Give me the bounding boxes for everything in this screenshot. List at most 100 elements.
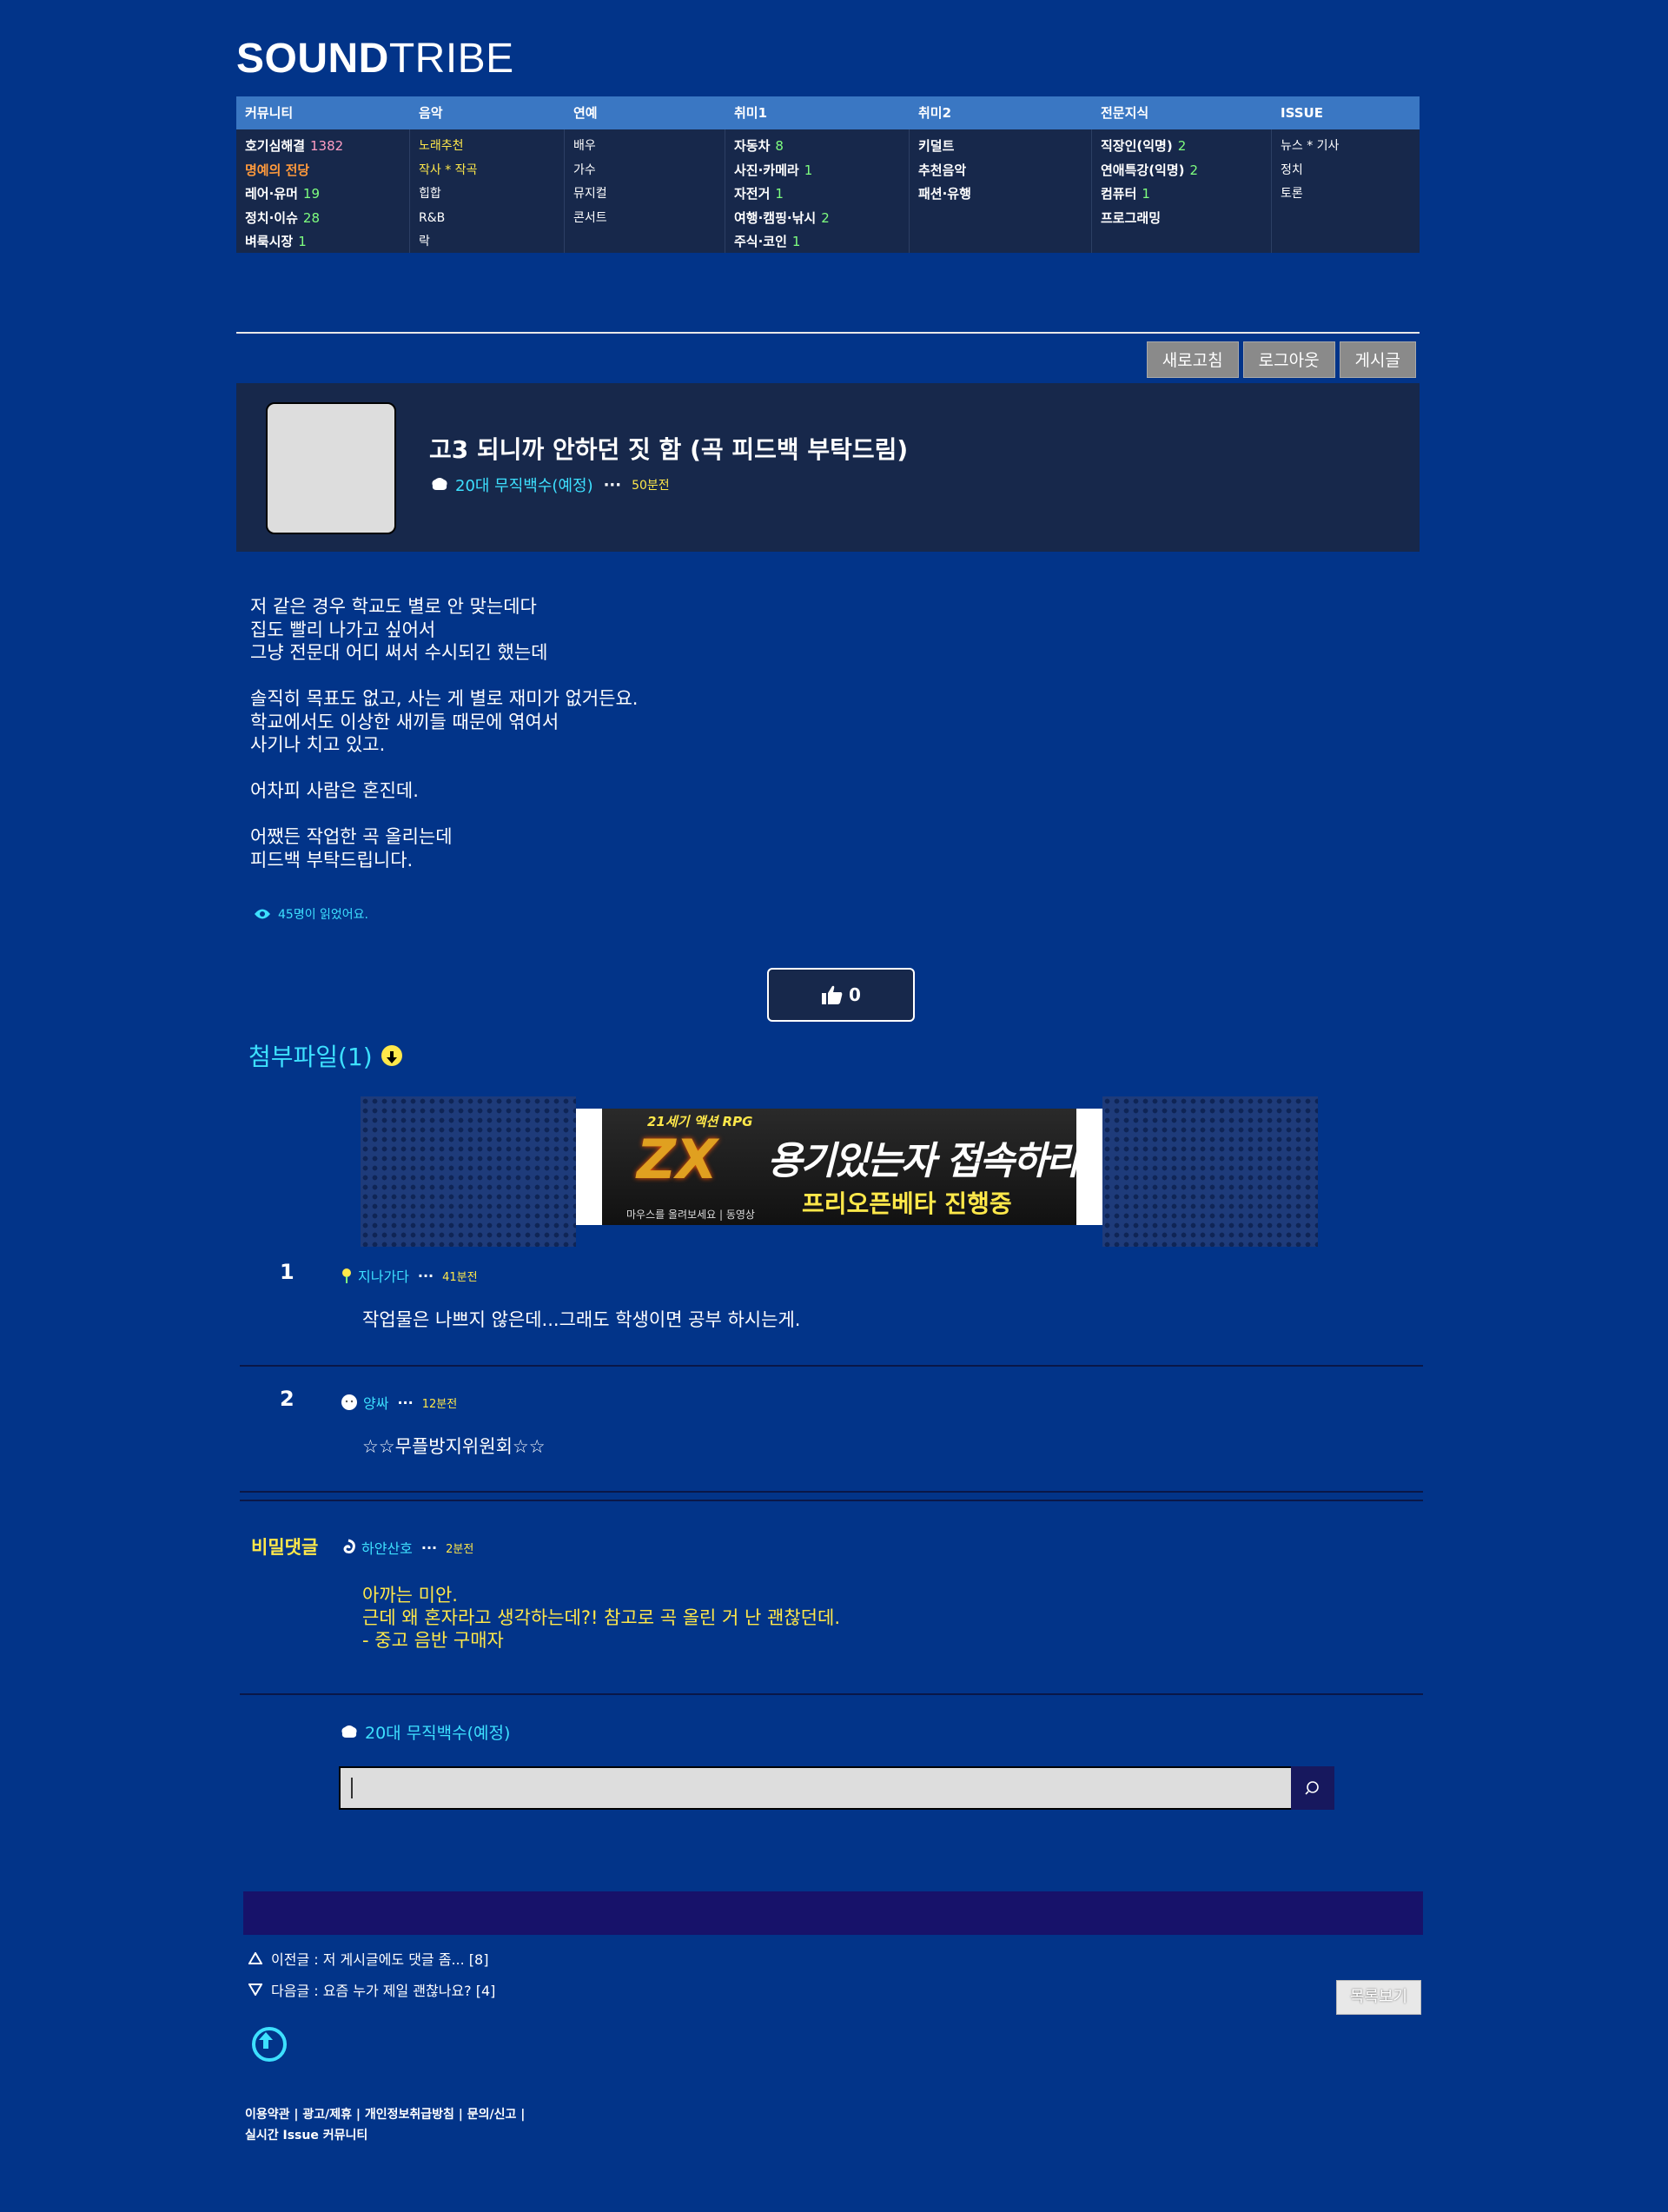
menu-column-header[interactable]: 전문지식 [1092, 96, 1272, 129]
menu-item-label[interactable]: R&B [419, 211, 445, 225]
menu-item-label[interactable]: 뮤지컬 [573, 187, 607, 201]
menu-item[interactable]: 컴퓨터 1 [1101, 182, 1272, 207]
menu-item[interactable]: 추천음악 [918, 159, 1092, 183]
menu-item[interactable]: 호기심해결 1382 [245, 135, 410, 159]
more-icon[interactable]: ··· [418, 1268, 434, 1284]
menu-item-label[interactable]: 주식·코인 [734, 234, 787, 249]
menu-item[interactable]: 락 [419, 230, 565, 255]
menu-item-label[interactable]: 가수 [573, 163, 596, 177]
menu-item[interactable]: R&B [419, 207, 565, 231]
menu-item[interactable]: 명예의 전당 [245, 159, 410, 183]
like-button[interactable]: 0 [767, 968, 915, 1022]
comment-author[interactable]: 지나가다 [358, 1265, 409, 1286]
comment-time: 2분전 [446, 1542, 474, 1556]
menu-item-label[interactable]: 컴퓨터 [1101, 186, 1136, 202]
footer-tagline: 실시간 Issue 커뮤니티 [245, 2129, 368, 2142]
more-icon[interactable]: ··· [397, 1394, 413, 1411]
menu-item-label[interactable]: 호기심해결 [245, 138, 305, 154]
menu-column-header[interactable]: 취미1 [725, 96, 910, 129]
menu-item[interactable]: 힙합 [419, 182, 565, 207]
menu-item-label[interactable]: 패션·유행 [918, 186, 971, 202]
menu-column-header[interactable]: ISSUE [1272, 96, 1420, 129]
next-post-text[interactable]: 다음글 : 요즘 누가 제일 괜찮나요? [4] [271, 1979, 495, 2000]
menu-item-label[interactable]: 정치 [1281, 163, 1303, 177]
menu-item[interactable]: 정치·이슈 28 [245, 207, 410, 231]
menu-item-label[interactable]: 정치·이슈 [245, 210, 298, 226]
menu-item[interactable]: 작사 * 작곡 [419, 159, 565, 183]
comment-author[interactable]: 하얀산호 [361, 1537, 413, 1558]
attachments-label[interactable]: 첨부파일(1) [248, 1038, 373, 1073]
reply-user: 20대 무직백수(예정) [341, 1720, 510, 1744]
logout-button[interactable]: 로그아웃 [1242, 341, 1335, 378]
menu-item-label[interactable]: 자전거 [734, 186, 770, 202]
menu-item[interactable]: 직장인(익명) 2 [1101, 135, 1272, 159]
menu-item[interactable]: 배우 [573, 135, 725, 159]
download-icon[interactable] [381, 1045, 402, 1066]
menu-item-label[interactable]: 레어·유머 [245, 186, 298, 202]
menu-item-label[interactable]: 키덜트 [918, 138, 954, 154]
attachments[interactable]: 첨부파일(1) [248, 1038, 402, 1073]
menu-item[interactable]: 여행·캠핑·낚시 2 [734, 207, 910, 231]
menu-item[interactable]: 뮤지컬 [573, 182, 725, 207]
view-count: 45명이 읽었어요. [254, 905, 368, 923]
menu-item-label[interactable]: 명예의 전당 [245, 162, 309, 178]
list-button[interactable]: 목록보기 [1336, 1980, 1421, 2015]
menu-item[interactable]: 프로그래밍 [1101, 207, 1272, 231]
prev-post-text[interactable]: 이전글 : 저 게시글에도 댓글 좀... [8] [271, 1948, 488, 1969]
menu-item-label[interactable]: 배우 [573, 139, 596, 153]
menu-item-label[interactable]: 토론 [1281, 187, 1303, 201]
menu-item-label[interactable]: 직장인(익명) [1101, 138, 1173, 154]
menu-item[interactable]: 자전거 1 [734, 182, 910, 207]
menu-column-header[interactable]: 커뮤니티 [236, 96, 410, 129]
comment-input[interactable] [339, 1766, 1334, 1810]
ad-banner[interactable]: 21세기 액션 RPG ZX 용기있는자 접속하라! 프리오픈베타 진행중 마우… [361, 1096, 1318, 1247]
menu-item[interactable]: 뉴스 * 기사 [1281, 135, 1420, 159]
menu-item-label[interactable]: 여행·캠핑·낚시 [734, 210, 816, 226]
menu-item[interactable]: 가수 [573, 159, 725, 183]
prev-post-link[interactable]: 이전글 : 저 게시글에도 댓글 좀... [8] [248, 1948, 488, 1969]
menu-list: 호기심해결 1382 명예의 전당레어·유머 19 정치·이슈 28 벼룩시장 1 [236, 129, 410, 255]
menu-item[interactable]: 키덜트 [918, 135, 1092, 159]
menu-item[interactable]: 사진·카메라 1 [734, 159, 910, 183]
brain-icon [341, 1725, 357, 1738]
menu-item[interactable]: 토론 [1281, 182, 1420, 207]
menu-item-label[interactable]: 벼룩시장 [245, 234, 293, 249]
footer-links[interactable]: 이용약관 | 광고/제휴 | 개인정보취급방침 | 문의/신고 | [245, 2104, 525, 2125]
menu-item-label[interactable]: 힙합 [419, 187, 441, 201]
flower-icon [342, 1268, 351, 1283]
menu-item-label[interactable]: 락 [419, 235, 430, 248]
comment-time: 41분전 [442, 1270, 478, 1284]
menu-item-label[interactable]: 프로그래밍 [1101, 210, 1161, 226]
menu-item-label[interactable]: 추천음악 [918, 162, 966, 178]
posts-button[interactable]: 게시글 [1339, 341, 1416, 378]
more-icon[interactable]: ··· [604, 476, 622, 494]
submit-comment-button[interactable] [1291, 1766, 1334, 1810]
menu-item-label[interactable]: 노래추천 [419, 139, 464, 153]
menu-column-header[interactable]: 연예 [565, 96, 725, 129]
menu-item-label[interactable]: 자동차 [734, 138, 770, 154]
scroll-top-button[interactable] [252, 2027, 287, 2062]
menu-item[interactable]: 연애특강(익명) 2 [1101, 159, 1272, 183]
more-icon[interactable]: ··· [421, 1540, 437, 1556]
menu-item-label[interactable]: 작사 * 작곡 [419, 163, 477, 177]
menu-item[interactable]: 벼룩시장 1 [245, 230, 410, 255]
menu-item-label[interactable]: 사진·카메라 [734, 162, 799, 178]
menu-item[interactable]: 패션·유행 [918, 182, 1092, 207]
menu-item[interactable]: 자동차 8 [734, 135, 910, 159]
menu-item[interactable]: 정치 [1281, 159, 1420, 183]
menu-column-header[interactable]: 취미2 [910, 96, 1092, 129]
menu-item-label[interactable]: 콘서트 [573, 211, 607, 225]
refresh-button[interactable]: 새로고침 [1146, 341, 1239, 378]
post-author[interactable]: 20대 무직백수(예정) [455, 474, 593, 496]
menu-item[interactable]: 콘서트 [573, 207, 725, 231]
menu-item[interactable]: 주식·코인 1 [734, 230, 910, 255]
menu-item[interactable]: 레어·유머 19 [245, 182, 410, 207]
next-post-link[interactable]: 다음글 : 요즘 누가 제일 괜찮나요? [4] [248, 1979, 495, 2000]
site-logo[interactable]: SOUNDTRIBE [236, 35, 514, 83]
menu-column-header[interactable]: 음악 [410, 96, 565, 129]
menu-item-label[interactable]: 뉴스 * 기사 [1281, 139, 1339, 153]
menu-item-label[interactable]: 연애특강(익명) [1101, 162, 1185, 178]
comment-author[interactable]: 양싸 [363, 1392, 388, 1413]
menu-item[interactable]: 노래추천 [419, 135, 565, 159]
banner-image[interactable]: 21세기 액션 RPG ZX 용기있는자 접속하라! 프리오픈베타 진행중 마우… [602, 1109, 1076, 1225]
